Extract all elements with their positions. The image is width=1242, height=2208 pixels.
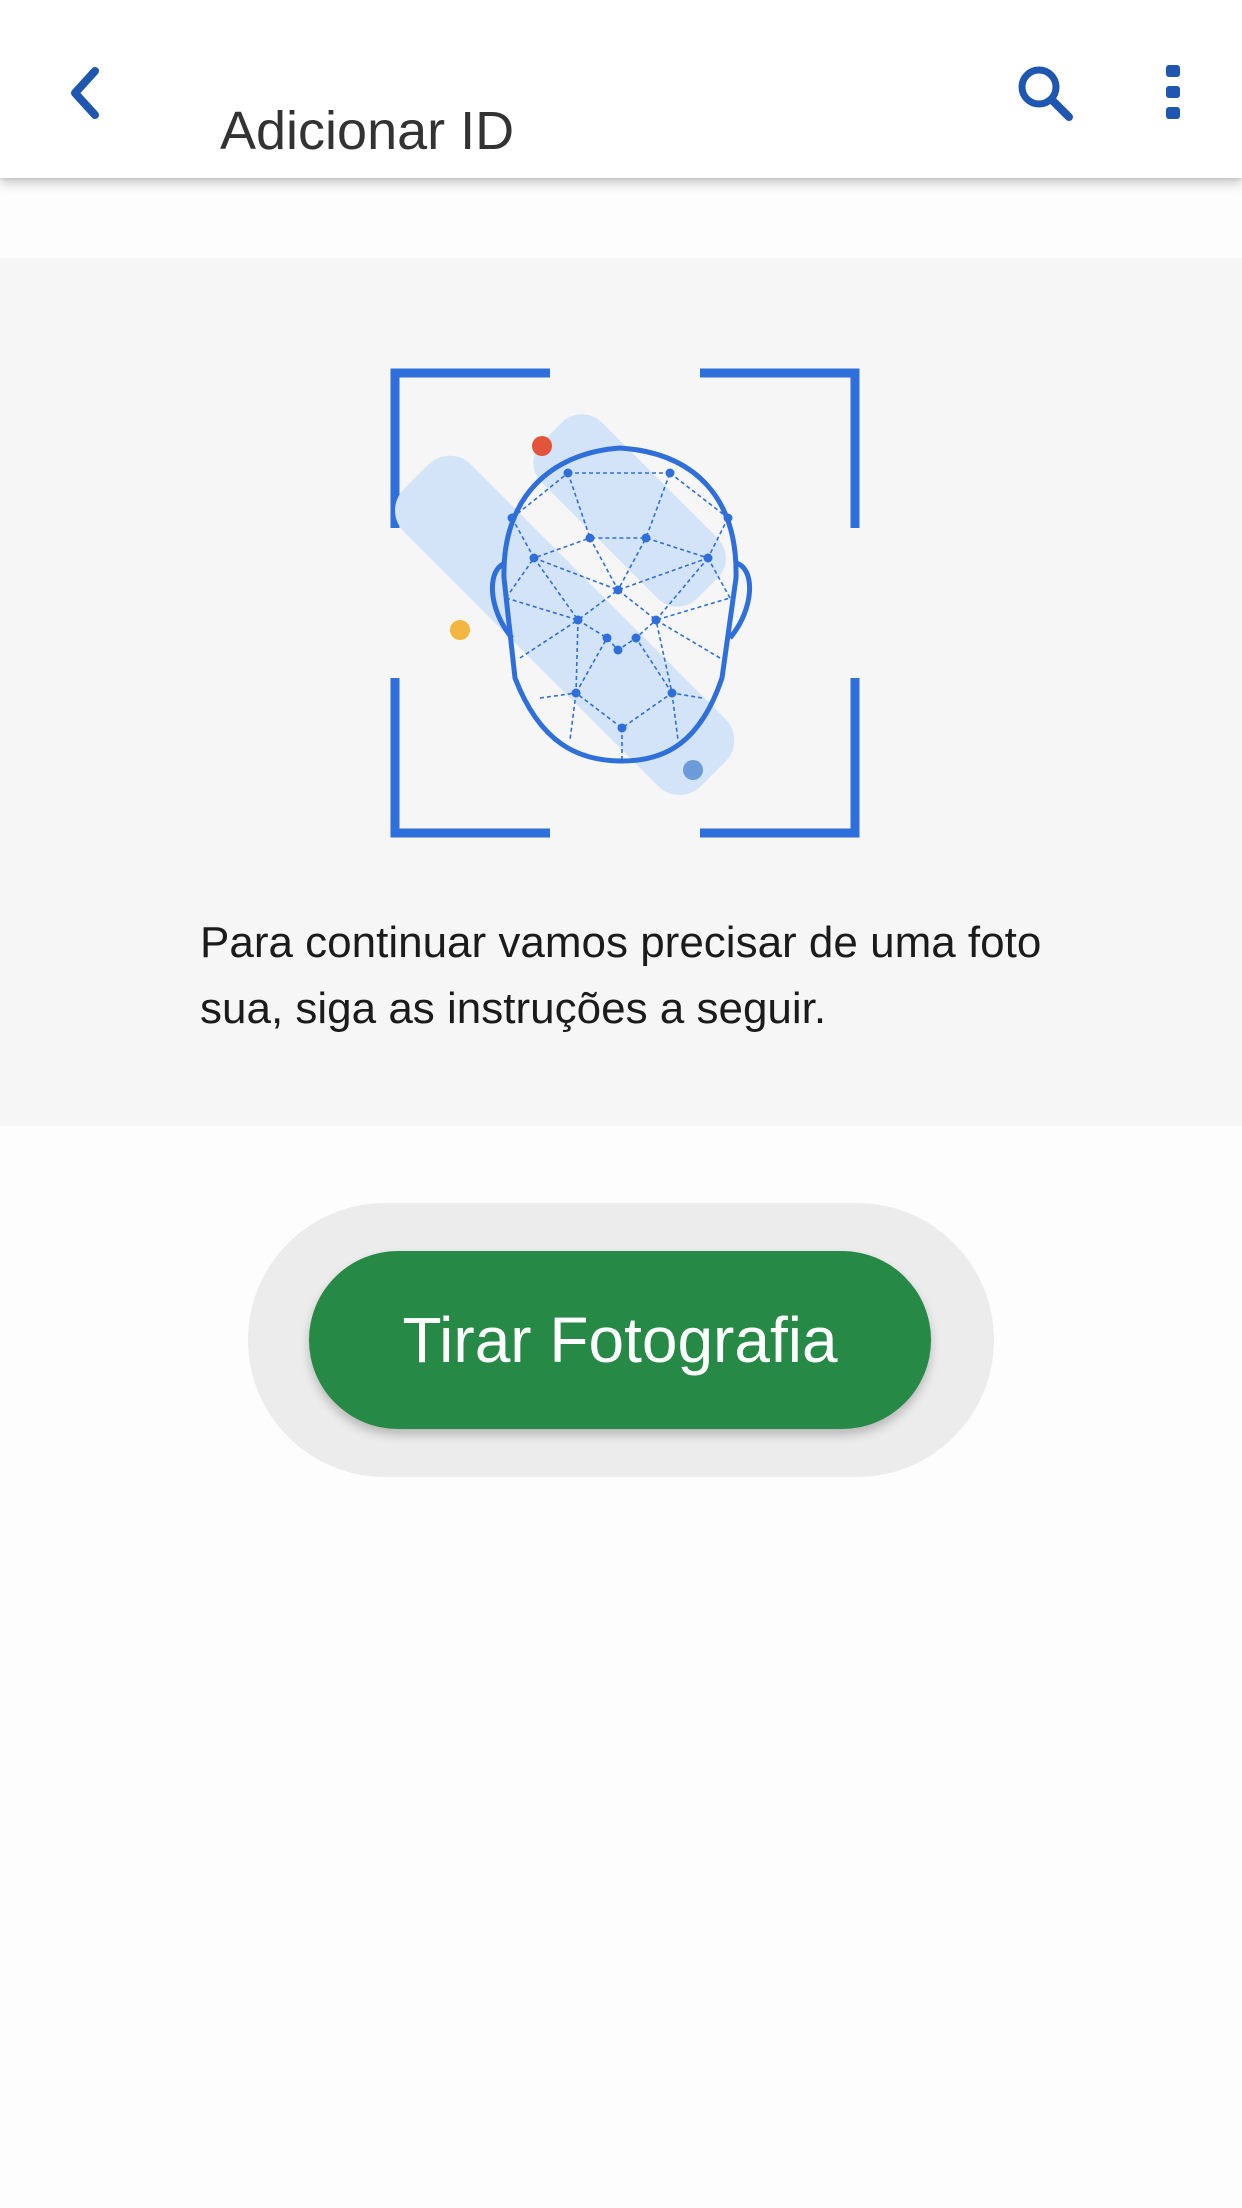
instructions-panel: Para continuar vamos precisar de uma fot… (0, 258, 1242, 1126)
more-options-button[interactable] (1150, 56, 1196, 128)
page-title: Adicionar ID (220, 101, 515, 162)
app-bar: Adicionar ID (0, 0, 1242, 178)
instructions-text: Para continuar vamos precisar de uma fot… (200, 918, 1042, 1033)
search-button[interactable] (1010, 58, 1080, 128)
take-photo-button[interactable]: Tirar Fotografia (309, 1251, 931, 1429)
face-recognition-icon (390, 368, 860, 838)
back-button[interactable] (50, 55, 120, 131)
more-vertical-icon (1166, 65, 1180, 119)
chevron-left-icon (71, 67, 99, 119)
search-icon (1018, 66, 1073, 121)
